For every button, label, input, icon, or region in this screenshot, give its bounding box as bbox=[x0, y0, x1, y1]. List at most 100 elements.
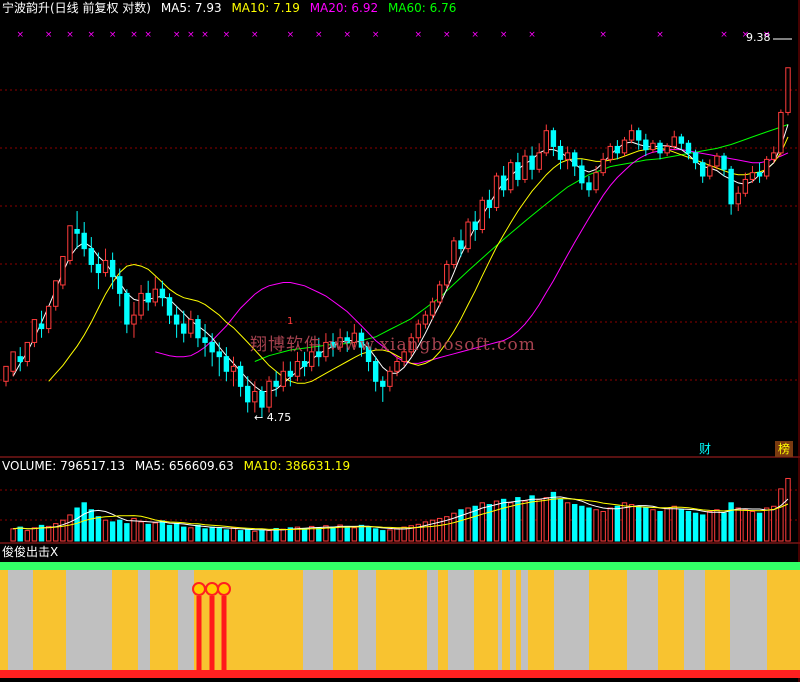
volume-bar-14 bbox=[102, 519, 109, 542]
cross-marker-0: × bbox=[16, 30, 24, 40]
candle-body-27 bbox=[195, 319, 201, 339]
indicator-bottom-band bbox=[0, 670, 800, 678]
finance-badge[interactable]: 财 bbox=[696, 441, 714, 457]
cross-marker-20: × bbox=[528, 30, 536, 40]
candle-body-70 bbox=[500, 175, 507, 191]
candle-body-110 bbox=[785, 67, 791, 113]
ma60-line bbox=[254, 124, 789, 362]
volume-bar-36 bbox=[259, 529, 265, 542]
volume-bar-30 bbox=[216, 527, 222, 542]
ranking-badge[interactable]: 榜 bbox=[775, 441, 793, 457]
indicator-gray-band-7 bbox=[448, 570, 474, 670]
candle-body-15 bbox=[109, 259, 116, 278]
candle-body-26 bbox=[188, 319, 194, 334]
candle-body-96 bbox=[685, 142, 692, 154]
candle-body-2 bbox=[17, 356, 23, 362]
indicator-gray-band-4 bbox=[303, 570, 333, 670]
candle-body-52 bbox=[372, 360, 379, 382]
volume-bar-102 bbox=[728, 502, 734, 542]
indicator-gray-band-8 bbox=[498, 570, 502, 670]
volume-bar-85 bbox=[607, 507, 613, 542]
cross-marker-16: × bbox=[415, 30, 423, 40]
volume-bar-23 bbox=[166, 524, 173, 542]
candle-body-104 bbox=[742, 178, 749, 194]
volume-bar-70 bbox=[500, 498, 507, 542]
indicator-gray-band-14 bbox=[730, 570, 767, 670]
cross-marker-13: × bbox=[315, 30, 323, 40]
candle-body-17 bbox=[124, 292, 130, 325]
indicator-gray-band-5 bbox=[358, 570, 376, 670]
volume-bar-10 bbox=[74, 507, 80, 542]
volume-bar-76 bbox=[543, 497, 549, 542]
volume-bar-107 bbox=[763, 507, 770, 542]
volume-bar-48 bbox=[344, 525, 350, 542]
volume-bar-101 bbox=[721, 512, 727, 542]
candle-body-54 bbox=[387, 370, 393, 387]
candle-body-10 bbox=[74, 228, 80, 234]
candle-body-55 bbox=[394, 360, 400, 372]
volume-bar-33 bbox=[237, 530, 244, 542]
candle-body-25 bbox=[181, 323, 187, 334]
volume-bar-89 bbox=[636, 505, 642, 542]
candle-body-107 bbox=[763, 158, 770, 177]
volume-bar-35 bbox=[252, 530, 258, 542]
candle-body-31 bbox=[223, 356, 230, 372]
volume-bar-53 bbox=[380, 530, 386, 542]
volume-bar-22 bbox=[159, 520, 166, 542]
volume-bar-110 bbox=[785, 477, 791, 542]
signal-circle-2 bbox=[217, 582, 231, 596]
volume-bar-68 bbox=[486, 504, 493, 542]
indicator-gray-band-10 bbox=[521, 570, 528, 670]
candle-body-11 bbox=[81, 232, 87, 250]
cross-marker-4: × bbox=[109, 30, 117, 40]
candle-body-1 bbox=[10, 351, 16, 372]
candle-body-40 bbox=[287, 370, 294, 377]
indicator-gray-band-11 bbox=[554, 570, 589, 670]
candle-body-12 bbox=[88, 248, 95, 265]
cross-marker-10: × bbox=[223, 30, 231, 40]
cross-marker-21: × bbox=[599, 30, 607, 40]
candle-body-103 bbox=[735, 192, 741, 205]
indicator-gray-band-13 bbox=[684, 570, 705, 670]
volume-bar-93 bbox=[664, 507, 670, 542]
candle-body-78 bbox=[557, 145, 564, 160]
indicator-gray-band-9 bbox=[510, 570, 516, 670]
volume-bar-78 bbox=[557, 498, 564, 542]
volume-bar-49 bbox=[351, 527, 358, 542]
volume-bar-12 bbox=[88, 509, 95, 542]
volume-bar-81 bbox=[579, 505, 585, 542]
volume-bar-82 bbox=[586, 507, 592, 542]
candle-body-95 bbox=[678, 136, 685, 144]
cross-marker-12: × bbox=[287, 30, 295, 40]
volume-bar-18 bbox=[131, 517, 137, 542]
candle-body-30 bbox=[216, 351, 222, 358]
volume-bar-24 bbox=[173, 523, 180, 542]
volume-bar-15 bbox=[109, 521, 116, 542]
volume-bar-108 bbox=[771, 505, 777, 542]
volume-bar-95 bbox=[678, 509, 685, 542]
candle-body-108 bbox=[771, 152, 777, 160]
candle-body-37 bbox=[266, 380, 272, 408]
signal-circle-0 bbox=[192, 582, 206, 596]
cross-marker-1: × bbox=[45, 30, 53, 40]
candle-body-68 bbox=[486, 199, 493, 208]
cross-marker-8: × bbox=[187, 30, 195, 40]
volume-bar-97 bbox=[692, 512, 699, 542]
candle-body-81 bbox=[579, 165, 585, 184]
candle-body-74 bbox=[529, 155, 535, 170]
candle-body-106 bbox=[756, 172, 763, 177]
volume-bar-31 bbox=[223, 529, 230, 542]
candle-body-73 bbox=[522, 155, 528, 180]
candle-body-109 bbox=[778, 111, 784, 154]
candle-body-72 bbox=[515, 162, 521, 180]
candle-body-29 bbox=[209, 341, 215, 353]
volume-bar-75 bbox=[536, 498, 542, 542]
candle-body-14 bbox=[102, 259, 109, 274]
candle-body-91 bbox=[650, 142, 656, 151]
volume-bar-91 bbox=[650, 509, 656, 542]
candle-body-24 bbox=[173, 314, 180, 325]
candle-body-41 bbox=[294, 360, 301, 377]
candle-body-89 bbox=[636, 130, 642, 141]
candle-body-101 bbox=[721, 155, 727, 170]
candle-body-61 bbox=[436, 284, 443, 303]
